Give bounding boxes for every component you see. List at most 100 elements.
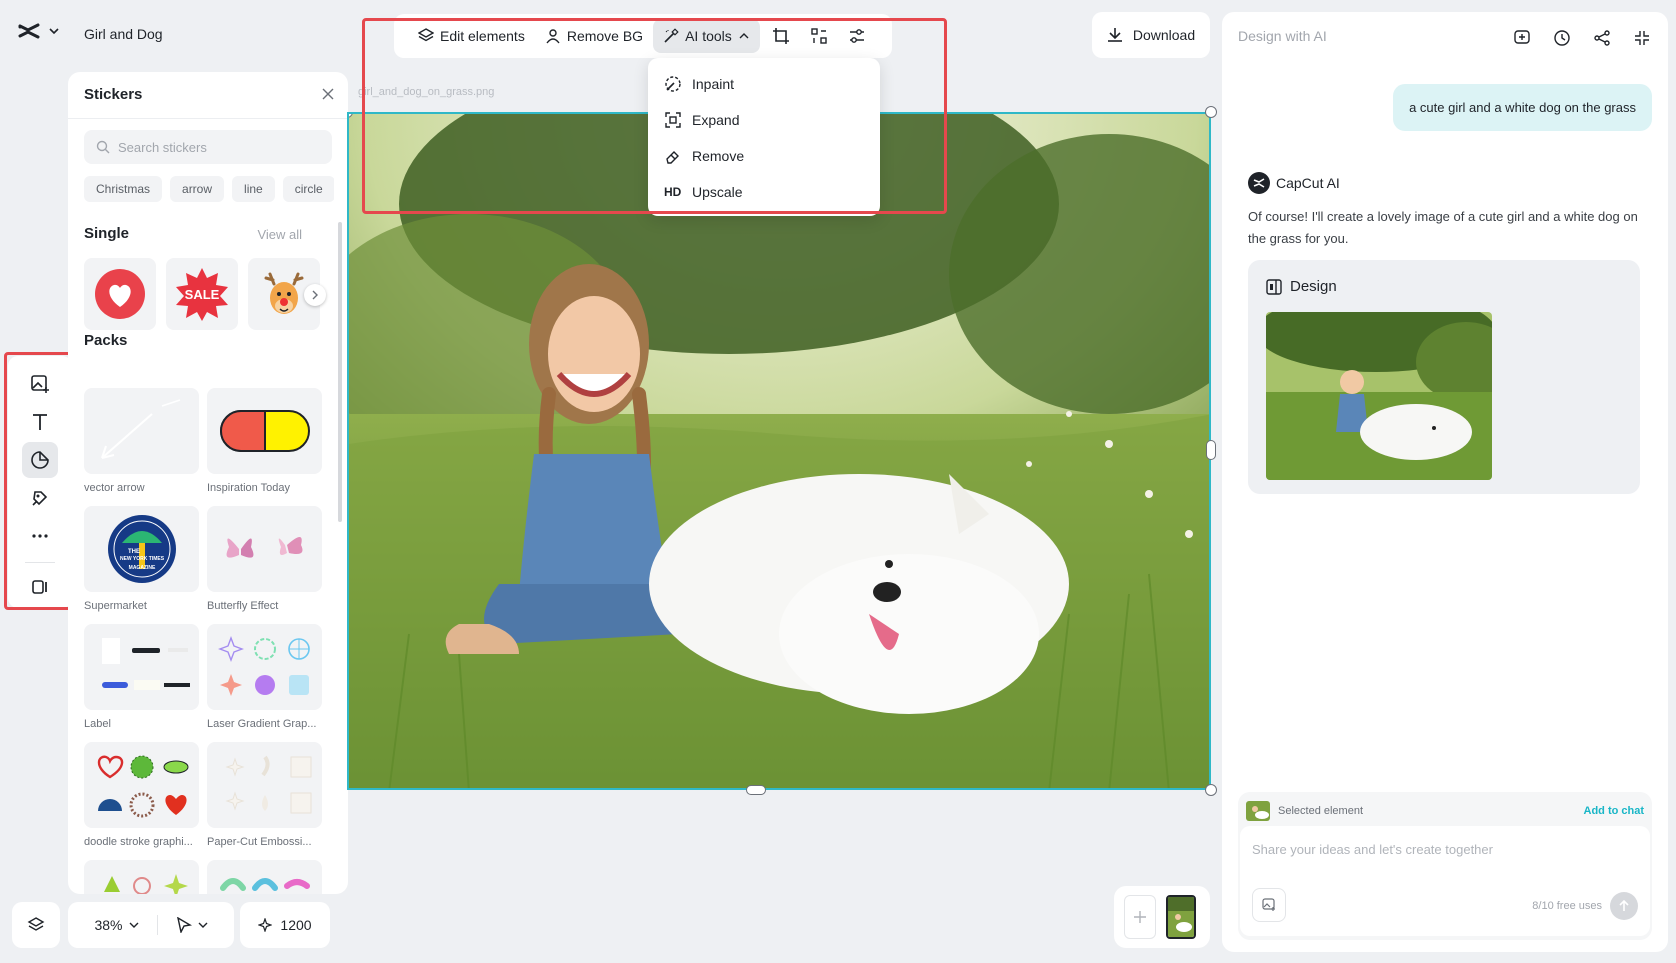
capcut-logo-icon — [18, 22, 40, 40]
pack-item[interactable]: Inspiration Today — [207, 388, 322, 506]
selected-element-thumb — [1246, 801, 1270, 821]
chip-line[interactable]: line — [232, 176, 275, 202]
svg-text:SALE: SALE — [185, 287, 220, 302]
close-panel-button[interactable] — [322, 88, 334, 100]
pack-thumb-doodle — [84, 742, 199, 828]
download-icon — [1107, 27, 1123, 43]
add-to-chat-button[interactable]: Add to chat — [1584, 805, 1645, 817]
scroll-right-button[interactable] — [304, 284, 326, 306]
pack-thumb-misc-1 — [84, 860, 199, 894]
ai-message: Of course! I'll create a lovely image of… — [1248, 209, 1638, 246]
chat-composer: Selected element Add to chat Share your … — [1238, 792, 1652, 940]
sparkle-icon — [258, 918, 273, 932]
resize-handle-right[interactable] — [1206, 440, 1216, 460]
share-button[interactable] — [1590, 26, 1614, 50]
pack-thumb-vector-arrow — [84, 388, 199, 474]
add-page-button[interactable] — [1124, 895, 1156, 939]
pack-item[interactable] — [84, 860, 199, 894]
chip-arrow[interactable]: arrow — [170, 176, 225, 202]
chip-circle[interactable]: circle — [282, 176, 334, 202]
page-thumbnail[interactable] — [1166, 895, 1196, 939]
chevron-right-icon — [310, 290, 320, 300]
selected-element-label: Selected element — [1278, 805, 1363, 817]
pack-label: Paper-Cut Embossi... — [207, 836, 312, 848]
pack-item[interactable]: Laser Gradient Grap... — [207, 624, 322, 742]
arrow-up-icon — [1618, 900, 1630, 912]
resize-handle-bottom-right[interactable] — [1205, 784, 1217, 796]
pack-item[interactable]: Butterfly Effect — [207, 506, 322, 624]
pack-item[interactable]: Label — [84, 624, 199, 742]
layers-button[interactable] — [12, 902, 60, 948]
share-icon — [1594, 30, 1610, 46]
badge-text-mid: NEW YORK TIMES — [119, 556, 164, 562]
close-icon — [322, 88, 334, 100]
pack-item[interactable] — [207, 860, 322, 894]
credits-value: 1200 — [280, 917, 312, 933]
pack-label: Inspiration Today — [207, 482, 290, 494]
highlight-box-left-toolbar — [4, 352, 72, 610]
view-all-link[interactable]: View all — [257, 227, 302, 242]
pack-label: Label — [84, 718, 111, 730]
pack-item[interactable]: THE NEW YORK TIMES MAGAZINE Supermarket — [84, 506, 199, 624]
pointer-tool-select[interactable] — [176, 917, 208, 933]
resize-handle-top-right[interactable] — [1205, 106, 1217, 118]
send-button[interactable] — [1610, 892, 1638, 920]
divider — [156, 915, 158, 935]
sticker-search-input[interactable]: Search stickers — [84, 130, 332, 164]
collapse-button[interactable] — [1630, 26, 1654, 50]
stickers-title: Stickers — [84, 86, 143, 103]
history-icon — [1554, 30, 1570, 46]
highlight-box-toolbar — [362, 18, 947, 214]
design-card-header: Design — [1266, 278, 1337, 295]
chat-placeholder: Share your ideas and let's create togeth… — [1252, 842, 1493, 857]
new-chat-button[interactable] — [1510, 26, 1534, 50]
pack-label: vector arrow — [84, 482, 145, 494]
pack-thumb-supermarket: THE NEW YORK TIMES MAGAZINE — [84, 506, 199, 592]
pack-label: Butterfly Effect — [207, 600, 279, 612]
chip-christmas[interactable]: Christmas — [84, 176, 163, 202]
panel-title: Design with AI — [1238, 28, 1327, 44]
pack-label: doodle stroke graphi... — [84, 836, 193, 848]
zoom-controls: 38% — [68, 902, 234, 948]
design-result-card[interactable]: Design — [1248, 260, 1640, 494]
single-stickers-row: SALE — [84, 258, 320, 330]
design-thumbnail[interactable] — [1266, 312, 1492, 480]
user-message: a cute girl and a white dog on the grass — [1393, 84, 1652, 131]
single-section-title: Single — [84, 225, 130, 242]
packs-grid: vector arrow Inspiration Today THE NEW YO… — [84, 388, 322, 894]
project-name[interactable]: Girl and Dog — [84, 26, 163, 42]
heart-sticker[interactable] — [84, 258, 156, 330]
zoom-select[interactable]: 38% — [94, 917, 139, 933]
panel-header-actions — [1510, 26, 1654, 50]
pack-label: Laser Gradient Grap... — [207, 718, 317, 730]
pack-thumb-misc-2 — [207, 860, 322, 894]
zoom-value: 38% — [94, 917, 123, 933]
app-logo-menu[interactable] — [18, 22, 60, 40]
history-button[interactable] — [1550, 26, 1574, 50]
panel-scrollbar[interactable] — [338, 222, 342, 522]
badge-text-bottom: MAGAZINE — [128, 565, 155, 571]
design-with-ai-panel: Design with AI a cute girl and a white d… — [1222, 12, 1668, 952]
pack-item[interactable]: Paper-Cut Embossi... — [207, 742, 322, 860]
sale-sticker[interactable]: SALE — [166, 258, 238, 330]
selected-element-row: Selected element Add to chat — [1246, 798, 1644, 824]
capcut-ai-icon — [1248, 172, 1270, 194]
new-chat-icon — [1514, 30, 1530, 44]
layers-icon — [27, 916, 45, 934]
stickers-panel: Stickers Search stickers Christmas arrow… — [68, 72, 348, 894]
pack-item[interactable]: doodle stroke graphi... — [84, 742, 199, 860]
ai-assistant-header: CapCut AI — [1248, 172, 1340, 194]
plus-icon — [1132, 909, 1148, 925]
free-uses-counter: 8/10 free uses — [1532, 900, 1602, 912]
download-label: Download — [1132, 27, 1196, 43]
design-icon — [1266, 278, 1282, 295]
chat-input[interactable]: Share your ideas and let's create togeth… — [1240, 826, 1650, 936]
category-chips: Christmas arrow line circle — [84, 176, 334, 202]
download-button[interactable]: Download — [1092, 12, 1210, 58]
resize-handle-bottom[interactable] — [746, 785, 766, 795]
pack-item[interactable]: vector arrow — [84, 388, 199, 506]
credits-button[interactable]: 1200 — [240, 902, 330, 948]
collapse-icon — [1635, 31, 1649, 45]
attach-image-button[interactable] — [1252, 888, 1286, 922]
image-attach-icon — [1262, 898, 1276, 912]
